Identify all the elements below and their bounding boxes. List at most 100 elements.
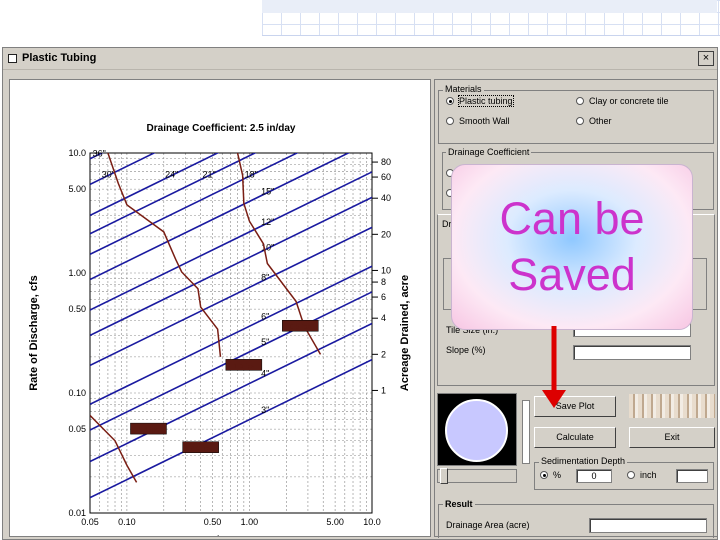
material-clay-tile-radio[interactable]: Clay or concrete tile (576, 96, 669, 107)
pipe-size-label-2: 24" (165, 170, 178, 180)
sedimentation-percent-label: % (553, 470, 562, 480)
horizontal-slider[interactable] (437, 468, 517, 484)
y2-tick-label: 40 (381, 193, 391, 203)
y-tick-label: 10.0 (68, 148, 86, 158)
window-icon (8, 54, 17, 63)
x-tick-label: 1.00 (241, 517, 259, 527)
y2-tick-label: 8 (381, 277, 386, 287)
sedimentation-percent-input[interactable]: 0 (576, 469, 612, 483)
y-axis-label: Rate of Discharge, cfs (28, 275, 40, 391)
x-axis-label: Slope, % (210, 535, 252, 536)
pipe-lines-group (90, 153, 372, 499)
pipe-size-line-5 (90, 153, 351, 281)
pipe-size-label-4: 18" (245, 170, 258, 180)
radio-icon (627, 471, 635, 479)
sedimentation-inch-label: inch (640, 470, 657, 480)
radio-icon (576, 117, 584, 125)
pipe-size-label-8: 8" (261, 273, 269, 283)
y2-tick-label: 2 (381, 349, 386, 359)
slope-input[interactable] (573, 345, 691, 360)
radio-selected-icon (446, 97, 454, 105)
y-tick-label: 0.01 (68, 508, 86, 518)
y2-tick-label: 1 (381, 385, 386, 395)
material-other-label: Other (589, 116, 612, 126)
y2-tick-label: 80 (381, 157, 391, 167)
material-smooth-wall-label: Smooth Wall (459, 116, 510, 126)
y-tick-label: 1.00 (68, 268, 86, 278)
slope-label: Slope (%) (446, 345, 486, 355)
pipe-size-line-6 (90, 171, 372, 311)
x-tick-label: 5.00 (326, 517, 344, 527)
pipe-size-label-0: 36" (93, 148, 106, 158)
radio-selected-icon (540, 471, 548, 479)
y-tick-label: 0.10 (68, 388, 86, 398)
material-clay-tile-label: Clay or concrete tile (589, 96, 669, 106)
y2-tick-label: 10 (381, 265, 391, 275)
pipe-size-label-9: 6" (261, 311, 269, 321)
velocity-label-3: 2.0 fps (190, 446, 212, 453)
pipe-size-line-3 (90, 153, 257, 235)
background-bar-decoration (262, 0, 717, 13)
x-tick-label: 0.50 (204, 517, 222, 527)
sedimentation-label: Sedimentation Depth (539, 456, 628, 467)
pipe-size-label-1: 30" (102, 170, 115, 180)
velocity-line-2 (90, 414, 138, 483)
material-plastic-tubing-radio[interactable]: Plastic tubing (446, 95, 514, 107)
velocity-label-1: 1.0 fps (233, 363, 255, 370)
pipe-size-line-0 (90, 153, 104, 160)
y2-tick-label: 60 (381, 172, 391, 182)
sedimentation-inch-input[interactable] (676, 469, 708, 483)
material-smooth-wall-radio[interactable]: Smooth Wall (446, 116, 510, 127)
screen: Plastic Tubing × 36" 30" 24" 21" 18" 15" 12" 10… (0, 0, 720, 540)
radio-icon (446, 117, 454, 125)
y2-tick-label: 20 (381, 229, 391, 239)
window-title: Plastic Tubing (22, 52, 97, 64)
y-tick-label: 0.05 (68, 424, 86, 434)
vertical-gauge (522, 400, 530, 464)
y-tick-label: 5.00 (68, 184, 86, 194)
x-tick-label: 10.0 (363, 517, 381, 527)
pipe-size-line-2 (90, 153, 220, 217)
exit-button[interactable]: Exit (629, 427, 715, 448)
pipe-size-label-11: 4" (261, 369, 269, 379)
materials-label: Materials (443, 84, 484, 95)
sedimentation-percent-radio[interactable]: % (540, 470, 561, 481)
x-tick-label: 0.05 (81, 517, 99, 527)
drainage-coefficient-label: Drainage Coefficient (446, 147, 532, 158)
logo-banner-image (629, 394, 715, 418)
y2-tick-label: 4 (381, 313, 386, 323)
title-bar[interactable]: Plastic Tubing × (3, 48, 717, 70)
y2-axis-label: Acreage Drained, acre (399, 275, 411, 391)
red-arrow-icon (542, 326, 566, 408)
x-tick-label: 0.10 (118, 517, 136, 527)
slider-handle[interactable] (440, 468, 448, 484)
y2-tick-label: 6 (381, 292, 386, 302)
material-plastic-tubing-label: Plastic tubing (458, 95, 514, 107)
plot-frame (89, 152, 373, 514)
calculate-button[interactable]: Calculate (534, 427, 616, 448)
radio-icon (576, 97, 584, 105)
pipe-size-line-4 (90, 153, 299, 256)
pipe-size-label-12: 3" (261, 405, 269, 415)
material-other-radio[interactable]: Other (576, 116, 612, 127)
chart-title: Drainage Coefficient: 2.5 in/day (147, 123, 296, 134)
pipe-circle-icon (445, 399, 508, 462)
close-button[interactable]: × (698, 51, 714, 66)
pipe-size-label-6: 12" (261, 217, 274, 227)
pipe-preview (437, 393, 517, 466)
y-tick-label: 0.50 (68, 304, 86, 314)
can-be-saved-callout: Can be Saved (451, 164, 693, 330)
sedimentation-inch-radio[interactable]: inch (627, 470, 657, 481)
callout-text: Can be Saved (499, 193, 645, 300)
pipe-size-label-3: 21" (203, 170, 216, 180)
pipe-size-line-9 (90, 265, 372, 406)
drainage-area-label: Drainage Area (acre) (446, 520, 530, 530)
chart-area: 36" 30" 24" 21" 18" 15" 12" 10" 8" 6" 5" 4" 3" 0.5 fp… (9, 79, 431, 540)
drainage-chart: 36"30" 24" 21" 18"15"12"10"8"6"5"4"3"0.5 fp… (28, 123, 411, 540)
velocity-label-0: 0.5 fps (290, 324, 312, 331)
pipe-size-line-7 (90, 196, 372, 337)
drainage-area-output (589, 518, 707, 533)
result-label: Result (443, 499, 475, 510)
pipe-size-label-10: 5" (261, 337, 269, 347)
velocity-label-2: 1.4 fps (138, 427, 160, 434)
